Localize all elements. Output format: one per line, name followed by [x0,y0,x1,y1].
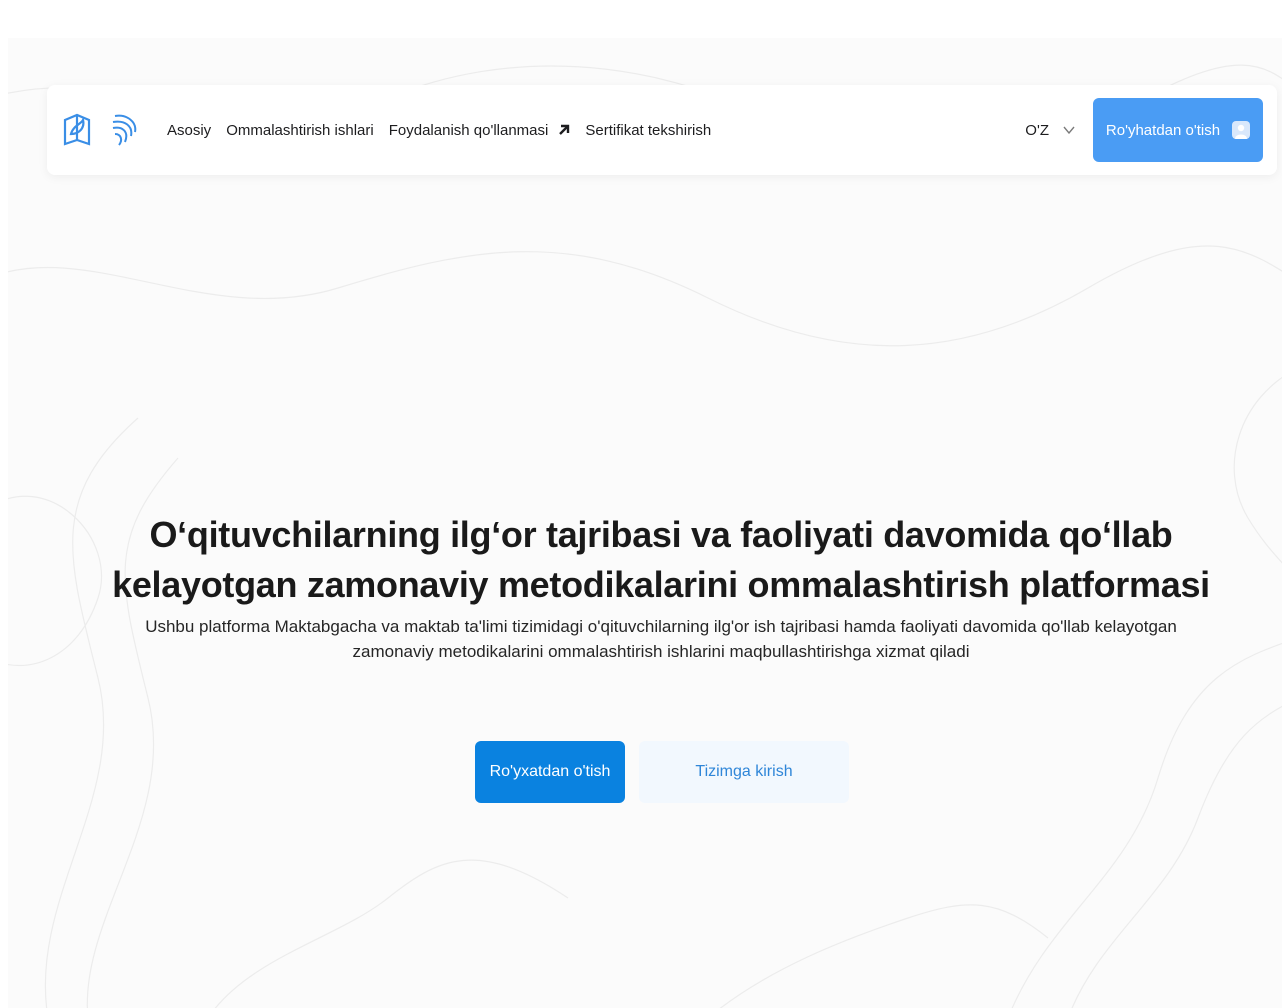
external-arrow-icon [559,124,570,135]
nav-links: Asosiy Ommalashtirish ishlari Foydalanis… [167,122,711,139]
hero-title: O‘qituvchilarning ilg‘or tajribasi va fa… [112,514,1210,605]
hero-subtitle: Ushbu platforma Maktabgacha va maktab ta… [145,617,1177,661]
register-button-label: Ro'yhatdan o'tish [1105,121,1221,139]
nav-link-foydalanish-label: Foydalanish qo'llanmasi [388,121,549,139]
nav-link-asosiy[interactable]: Asosiy [167,122,211,139]
chevron-down-icon [1063,126,1075,134]
hero-cta-buttons: Ro'yxatdan o'tish Tizimga kirish [475,741,849,803]
nav-link-sertifikat-label: Sertifikat tekshirish [585,121,712,139]
book-leaf-logo-icon[interactable] [61,112,93,148]
navbar-actions: O'Z Ro'yhatdan o'tish [1025,98,1263,162]
login-button-label: Tizimga kirish [695,763,793,780]
nav-link-sertifikat[interactable]: Sertifikat tekshirish [585,122,711,139]
user-icon [1232,121,1251,139]
register-button-hero[interactable]: Ro'yxatdan o'tish [475,741,625,803]
nav-link-foydalanish[interactable]: Foydalanish qo'llanmasi [389,122,571,139]
top-navbar: Asosiy Ommalashtirish ishlari Foydalanis… [47,85,1277,175]
language-selector[interactable]: O'Z [1025,122,1075,139]
hero-section: O‘qituvchilarning ilg‘or tajribasi va fa… [100,510,1222,664]
language-selected-label: O'Z [1025,121,1049,139]
logo-group [61,112,141,148]
login-button[interactable]: Tizimga kirish [639,741,849,803]
nav-link-ommalashtirish[interactable]: Ommalashtirish ishlari [226,122,374,139]
register-button-navbar[interactable]: Ro'yhatdan o'tish [1093,98,1263,162]
nav-link-ommalashtirish-label: Ommalashtirish ishlari [226,121,374,139]
nav-link-asosiy-label: Asosiy [167,121,212,139]
swirl-emblem-logo-icon[interactable] [109,112,141,148]
register-button-hero-label: Ro'yxatdan o'tish [489,763,611,780]
